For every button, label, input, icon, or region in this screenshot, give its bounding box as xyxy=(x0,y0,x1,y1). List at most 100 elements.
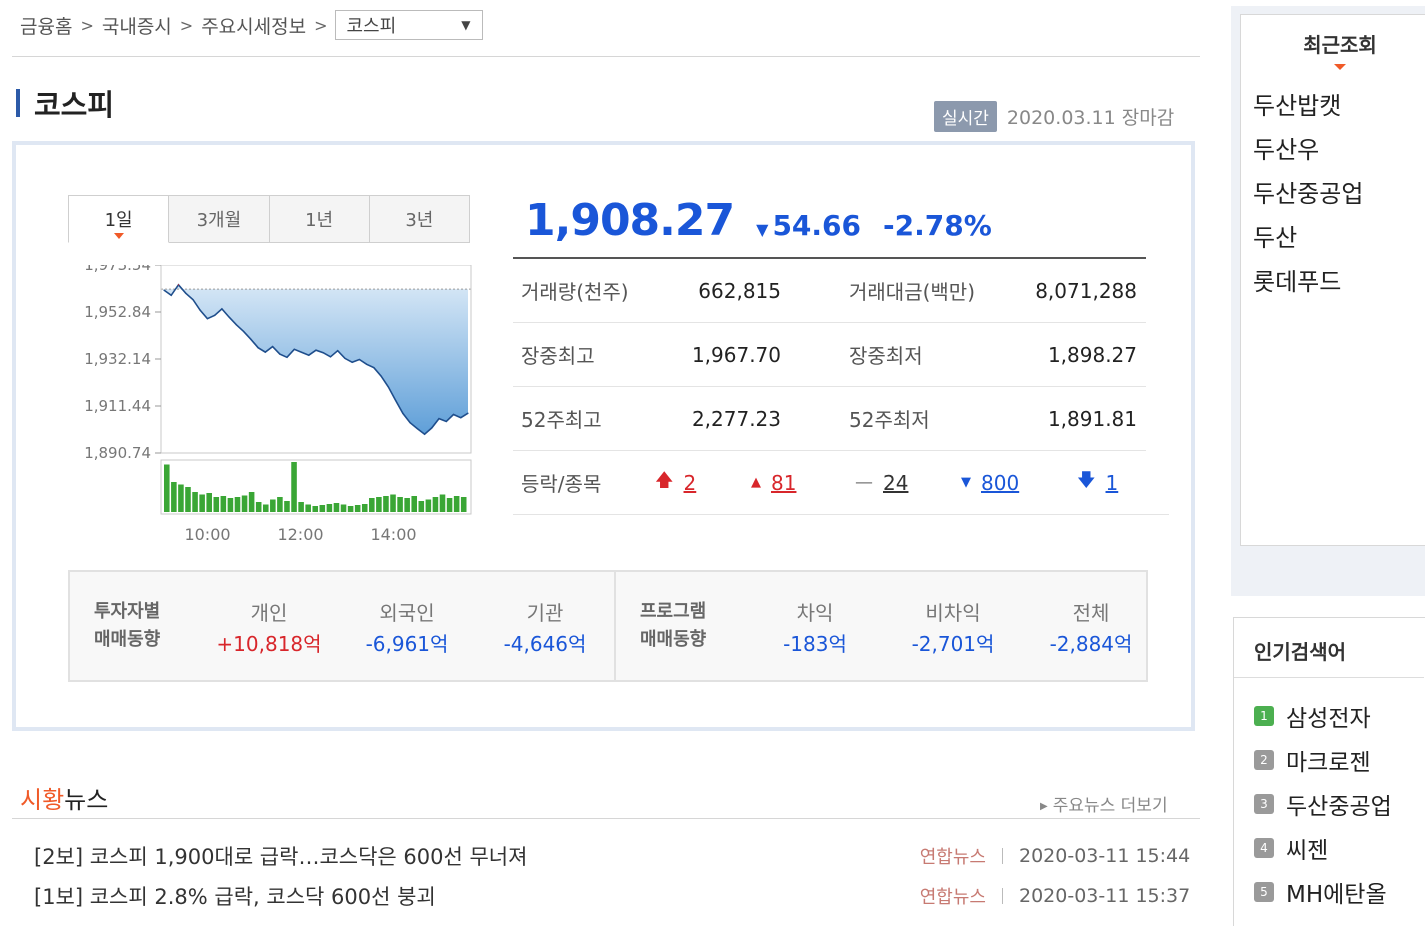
stat-label: 거래대금(백만) xyxy=(849,280,976,304)
volume-bar xyxy=(277,497,283,512)
volume-bar xyxy=(213,497,220,512)
chevron-right-icon: > xyxy=(179,15,194,35)
price-area xyxy=(164,284,468,435)
popular-item-name: 마크로젠 xyxy=(1286,750,1371,776)
stats-row: 거래량(천주) 662,815 거래대금(백만) 8,071,288 xyxy=(513,259,1146,323)
recent-views-list: 두산밥캣 두산우 두산중공업 두산 롯데푸드 xyxy=(1241,86,1425,306)
institution-flow: 기관 -4,646억 xyxy=(476,597,614,656)
popular-item-name: 두산중공업 xyxy=(1286,794,1392,820)
news-headline-link[interactable]: [2보] 코스피 1,900대로 급락…코스닥은 600선 무너져 xyxy=(34,841,904,871)
recent-item[interactable]: 두산밥캣 xyxy=(1253,86,1425,130)
volume-bar xyxy=(376,497,382,512)
stat-label: 52주최고 xyxy=(521,408,602,432)
investor-trading: 투자자별 매매동향 개인 +10,818억 외국인 -6,961억 기관 -4,646억 xyxy=(70,572,614,680)
volume-bar xyxy=(206,493,212,512)
advancers: ▲ 81 xyxy=(751,471,855,495)
current-price: 1,908.27 xyxy=(525,195,735,246)
stat-label: 52주최저 xyxy=(849,408,930,432)
volume-bar xyxy=(460,497,467,512)
separator xyxy=(1002,888,1003,904)
lower-limit-arrow-icon: 🡇 xyxy=(1077,469,1096,491)
intraday-chart: 1,973.54 1,952.84 1,932.14 1,911.44 1,890.74… xyxy=(71,256,491,559)
tab-1day[interactable]: 1일 xyxy=(68,195,170,243)
flow-header: 외국인 xyxy=(379,600,435,625)
news-title-highlight: 시황 xyxy=(20,786,65,814)
price-point xyxy=(300,351,303,353)
volume-bar xyxy=(347,506,354,512)
more-news-link[interactable]: ▶ 주요뉴스 더보기 xyxy=(1040,791,1168,816)
decliners-count-link[interactable]: 800 xyxy=(981,471,1019,495)
unchanged-count-link[interactable]: 24 xyxy=(883,471,908,495)
tab-3year[interactable]: 3년 xyxy=(369,195,470,243)
price-point xyxy=(460,417,462,419)
breadcrumb-home[interactable]: 금융홈 xyxy=(20,12,72,39)
price-point xyxy=(351,361,353,363)
stat-value: 8,071,288 xyxy=(1035,278,1137,303)
price-point xyxy=(445,420,447,423)
volume-bar xyxy=(199,494,205,512)
foreign-flow: 외국인 -6,961억 xyxy=(338,597,476,656)
volume-bar xyxy=(333,503,340,512)
advance-decline-label: 등락/종목 xyxy=(521,472,602,496)
flow-header: 전체 xyxy=(1072,600,1110,625)
index-panel: 1일 3개월 1년 3년 1,973.54 1,952.84 1,932.14 1,9… xyxy=(12,141,1195,731)
label-line: 매매동향 xyxy=(640,629,707,650)
stats-row: 52주최고 2,277.23 52주최저 1,891.81 xyxy=(513,387,1146,451)
price-point xyxy=(344,357,346,360)
recent-item[interactable]: 두산 xyxy=(1253,218,1425,262)
popular-item[interactable]: 1 삼성전자 xyxy=(1254,694,1425,738)
recent-item[interactable]: 두산우 xyxy=(1253,130,1425,174)
tab-3month[interactable]: 3개월 xyxy=(169,195,270,243)
recent-item[interactable]: 두산중공업 xyxy=(1253,174,1425,218)
price-point xyxy=(452,413,455,416)
program-trading-label: 프로그램매매동향 xyxy=(616,598,746,654)
rank-badge: 4 xyxy=(1254,838,1274,858)
price-point xyxy=(286,356,288,358)
price-change-value: 54.66 xyxy=(772,209,862,242)
tab-label: 1년 xyxy=(305,210,334,231)
volume-bar xyxy=(220,496,227,512)
price-point xyxy=(409,422,411,424)
breadcrumb-domestic[interactable]: 국내증시 xyxy=(102,12,172,39)
popular-item[interactable]: 2 마크로젠 xyxy=(1254,738,1425,782)
recent-item[interactable]: 롯데푸드 xyxy=(1253,262,1425,306)
price-point xyxy=(170,294,172,296)
popular-item[interactable]: 5 MH에탄올 xyxy=(1254,870,1425,914)
volume-bar xyxy=(439,494,446,512)
price-point xyxy=(192,299,194,301)
flow-value: -2,701억 xyxy=(911,631,995,656)
advancers-count-link[interactable]: 81 xyxy=(771,471,796,495)
price-point xyxy=(438,417,440,420)
upper-limit-count-link[interactable]: 2 xyxy=(684,471,697,495)
popular-search-list: 1 삼성전자 2 마크로젠 3 두산중공업 4 씨젠 5 MH에탄올 xyxy=(1234,694,1425,914)
price-point xyxy=(293,348,295,350)
page-title-text: 코스피 xyxy=(34,88,115,122)
y-tick-label: 1,952.84 xyxy=(84,303,151,321)
news-source: 연합뉴스 xyxy=(919,887,986,908)
quote: 1,908.27 ▼ 54.66 -2.78% xyxy=(525,195,992,246)
stats-table: 거래량(천주) 662,815 거래대금(백만) 8,071,288 장중최고 … xyxy=(513,257,1146,451)
volume-bar xyxy=(418,501,425,512)
price-point xyxy=(243,330,245,332)
chevron-right-icon: > xyxy=(80,15,94,35)
price-point xyxy=(308,354,310,356)
price-point xyxy=(279,353,281,355)
popular-item[interactable]: 3 두산중공업 xyxy=(1254,782,1425,826)
label-line: 프로그램 xyxy=(640,601,707,622)
volume-bar xyxy=(255,502,262,512)
lower-limit-count-link[interactable]: 1 xyxy=(1106,471,1119,495)
flow-value: -183억 xyxy=(783,631,847,656)
y-tick-label: 1,973.54 xyxy=(84,265,151,274)
stat-label: 거래량(천주) xyxy=(521,280,629,304)
popular-item[interactable]: 4 씨젠 xyxy=(1254,826,1425,870)
price-point xyxy=(329,356,332,358)
price-point xyxy=(322,352,324,354)
tab-1year[interactable]: 1년 xyxy=(269,195,370,243)
volume-bar xyxy=(291,462,297,512)
breadcrumb-market-info[interactable]: 주요시세정보 xyxy=(201,12,306,39)
news-headline-link[interactable]: [1보] 코스피 2.8% 급락, 코스닥 600선 붕괴 xyxy=(34,881,904,911)
rank-badge: 1 xyxy=(1254,706,1274,726)
index-select[interactable]: 코스피 ▼ xyxy=(335,10,484,40)
stat-value: 1,891.81 xyxy=(1047,406,1137,431)
investor-trading-label: 투자자별 매매동향 xyxy=(70,598,200,654)
